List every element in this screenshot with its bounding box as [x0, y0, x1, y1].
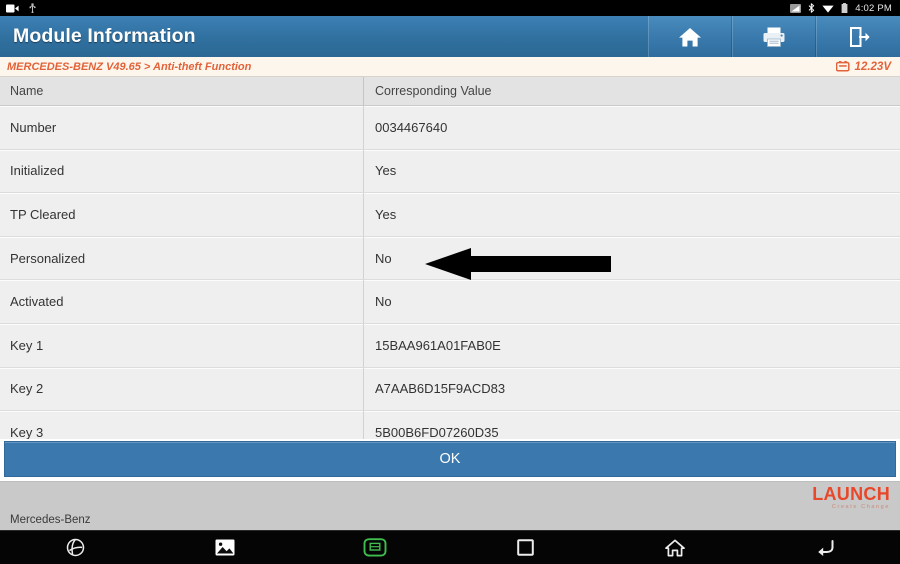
recents-button[interactable]	[450, 539, 600, 556]
vehicle-label: Mercedes-Benz	[10, 514, 91, 526]
voltage-value: 12.23V	[854, 60, 891, 73]
breadcrumb: MERCEDES-BENZ V49.65 > Anti-theft Functi…	[7, 60, 252, 73]
row-value: No	[363, 280, 900, 323]
gallery-icon	[215, 539, 235, 556]
gallery-button[interactable]	[150, 539, 300, 556]
column-header-name: Name	[10, 84, 44, 98]
title-bar-actions	[648, 16, 900, 57]
exit-icon	[849, 26, 870, 47]
table-row[interactable]: Number 0034467640	[0, 106, 900, 150]
screen-record-icon	[6, 4, 19, 12]
title-bar: Module Information	[0, 16, 900, 57]
row-value: Yes	[363, 193, 900, 236]
home-icon	[665, 539, 685, 556]
row-value: 5B00B6FD07260D35	[363, 411, 900, 441]
back-button[interactable]	[750, 539, 900, 556]
row-value: Yes	[363, 149, 900, 193]
obd-connector-icon	[363, 538, 387, 557]
home-button[interactable]	[600, 539, 750, 557]
pointer-arrow	[425, 248, 611, 280]
row-name: Key 1	[10, 337, 44, 353]
bluetooth-icon	[808, 3, 815, 13]
browser-icon	[66, 538, 84, 557]
printer-icon	[763, 27, 785, 47]
table-row[interactable]: Key 1 15BAA961A01FAB0E	[0, 323, 900, 368]
obd-connector-button[interactable]	[300, 538, 450, 557]
home-icon	[679, 27, 701, 46]
battery-icon	[841, 3, 848, 13]
table-row[interactable]: Activated No	[0, 280, 900, 324]
breadcrumb-bar: MERCEDES-BENZ V49.65 > Anti-theft Functi…	[0, 57, 900, 77]
row-name: Key 2	[10, 381, 44, 397]
page-title: Module Information	[13, 25, 196, 47]
voltage-indicator: 12.23V	[835, 60, 900, 73]
row-name: Key 3	[10, 424, 44, 440]
home-button[interactable]	[648, 16, 732, 57]
android-nav-bar	[0, 530, 900, 564]
status-left-icons	[0, 3, 37, 13]
ok-button-bar: OK	[0, 439, 900, 481]
android-status-bar: 4:02 PM	[0, 0, 900, 16]
recents-icon	[516, 539, 534, 556]
status-right-icons: 4:02 PM	[790, 3, 900, 14]
brand-tagline: Create Change	[831, 504, 890, 510]
ok-button[interactable]: OK	[4, 441, 896, 477]
exit-button[interactable]	[816, 16, 900, 57]
table-row[interactable]: Initialized Yes	[0, 149, 900, 194]
status-time: 4:02 PM	[855, 2, 892, 14]
row-name: Initialized	[10, 163, 65, 179]
table-row[interactable]: Key 3 5B00B6FD07260D35	[0, 411, 900, 441]
table-row[interactable]: TP Cleared Yes	[0, 193, 900, 237]
browser-button[interactable]	[0, 538, 150, 557]
column-header-value: Corresponding Value	[363, 77, 900, 105]
launch-logo: LAUNCH Create Change	[812, 485, 890, 511]
print-button[interactable]	[732, 16, 816, 57]
row-name: Activated	[10, 294, 64, 310]
row-name: TP Cleared	[10, 206, 76, 222]
table-header-row: Name Corresponding Value	[0, 77, 900, 106]
row-value: 0034467640	[363, 106, 900, 149]
app-root: 4:02 PM Module Information MERCEDES-BENZ…	[0, 0, 900, 564]
row-name: Personalized	[10, 250, 86, 266]
table-row[interactable]: Key 2 A7AAB6D15F9ACD83	[0, 367, 900, 412]
row-name: Number	[10, 119, 57, 135]
wifi-icon	[822, 5, 834, 13]
signal-icon	[790, 3, 802, 13]
battery-icon	[835, 61, 850, 72]
brand-name: LAUNCH	[812, 484, 890, 504]
back-icon	[817, 540, 833, 556]
footer: LAUNCH Create Change Mercedes-Benz	[0, 481, 900, 530]
row-value: A7AAB6D15F9ACD83	[363, 367, 900, 411]
usb-icon	[29, 3, 36, 13]
row-value: 15BAA961A01FAB0E	[363, 323, 900, 367]
